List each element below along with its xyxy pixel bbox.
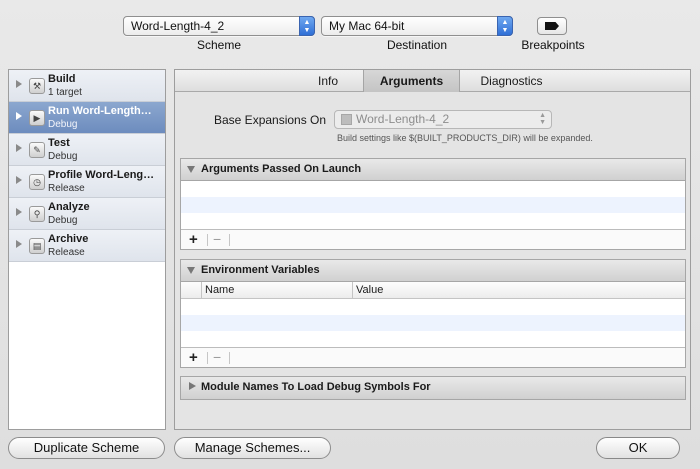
action-run[interactable]: ▶ Run Word-Length… Debug	[9, 102, 165, 134]
launch-arguments-section: Arguments Passed On Launch + −	[180, 158, 686, 250]
action-subtitle: Debug	[48, 215, 78, 226]
disclosure-triangle-icon[interactable]	[16, 144, 22, 152]
archive-icon: ▤	[29, 238, 45, 254]
disclosure-triangle-icon[interactable]	[16, 240, 22, 248]
ok-button[interactable]: OK	[596, 437, 680, 459]
build-icon: ⚒	[29, 78, 45, 94]
action-subtitle: Debug	[48, 151, 78, 162]
action-subtitle: 1 target	[48, 87, 82, 98]
scheme-toolbar: Word-Length-4_2 ▲ ▼ Scheme My Mac 64-bit …	[0, 0, 700, 62]
scheme-popup[interactable]: Word-Length-4_2 ▲ ▼	[123, 16, 315, 36]
section-title: Module Names To Load Debug Symbols For	[201, 381, 431, 393]
action-name: Archive	[48, 233, 89, 245]
table-row[interactable]	[181, 299, 685, 315]
disclosure-triangle-icon[interactable]	[16, 80, 22, 88]
scheme-popup-value: Word-Length-4_2	[131, 19, 225, 33]
section-footer: + −	[181, 347, 685, 367]
column-divider	[201, 282, 202, 298]
action-detail-panel: Info Arguments Diagnostics Base Expansio…	[174, 69, 691, 430]
table-row[interactable]	[181, 181, 685, 197]
action-name: Analyze	[48, 201, 90, 213]
action-build[interactable]: ⚒ Build 1 target	[9, 70, 165, 102]
breakpoints-label: Breakpoints	[521, 38, 585, 52]
tab-info[interactable]: Info	[293, 70, 363, 92]
manage-schemes-button[interactable]: Manage Schemes...	[174, 437, 331, 459]
remove-variable-button[interactable]: −	[213, 349, 221, 365]
section-header[interactable]: Arguments Passed On Launch	[181, 159, 685, 181]
base-expansions-label: Base Expansions On	[214, 113, 327, 127]
breakpoint-icon	[545, 22, 559, 30]
action-name: Profile Word-Leng…	[48, 169, 155, 181]
action-analyze[interactable]: ⚲ Analyze Debug	[9, 198, 165, 230]
popup-arrows-icon: ▲ ▼	[497, 16, 513, 36]
section-footer: + −	[181, 229, 685, 249]
action-subtitle: Release	[48, 247, 85, 258]
target-icon	[341, 114, 352, 125]
divider	[207, 234, 208, 246]
table-column-headers: Name Value	[181, 282, 685, 299]
run-icon: ▶	[29, 110, 45, 126]
remove-argument-button[interactable]: −	[213, 231, 221, 247]
section-title: Arguments Passed On Launch	[201, 163, 362, 175]
scheme-label: Scheme	[196, 38, 242, 52]
disclosure-open-icon	[187, 166, 195, 173]
environment-variables-section: Environment Variables Name Value + −	[180, 259, 686, 368]
action-test[interactable]: ✎ Test Debug	[9, 134, 165, 166]
disclosure-closed-icon	[189, 382, 196, 390]
breakpoints-button[interactable]	[537, 17, 567, 35]
action-subtitle: Release	[48, 183, 85, 194]
action-name: Test	[48, 137, 70, 149]
popup-arrows-icon: ▲ ▼	[539, 112, 546, 126]
popup-arrows-icon: ▲ ▼	[299, 16, 315, 36]
divider	[207, 352, 208, 364]
divider	[229, 352, 230, 364]
disclosure-open-icon	[187, 267, 195, 274]
duplicate-scheme-button[interactable]: Duplicate Scheme	[8, 437, 165, 459]
profile-icon: ◷	[29, 174, 45, 190]
column-divider	[352, 282, 353, 298]
module-names-section: Module Names To Load Debug Symbols For	[180, 376, 686, 400]
table-row[interactable]	[181, 331, 685, 347]
disclosure-triangle-icon[interactable]	[16, 208, 22, 216]
table-row[interactable]	[181, 197, 685, 213]
action-profile[interactable]: ◷ Profile Word-Leng… Release	[9, 166, 165, 198]
section-header[interactable]: Environment Variables	[181, 260, 685, 282]
action-subtitle: Debug	[48, 119, 78, 130]
column-header-name[interactable]: Name	[205, 284, 234, 296]
add-variable-button[interactable]: +	[189, 349, 198, 366]
tab-bar: Info Arguments Diagnostics	[175, 70, 690, 92]
table-row[interactable]	[181, 213, 685, 229]
analyze-icon: ⚲	[29, 206, 45, 222]
section-title: Environment Variables	[201, 264, 320, 276]
destination-label: Destination	[386, 38, 448, 52]
destination-popup-value: My Mac 64-bit	[329, 19, 405, 33]
base-expansions-hint: Build settings like $(BUILT_PRODUCTS_DIR…	[337, 133, 593, 143]
action-name: Run Word-Length…	[48, 105, 152, 117]
base-expansions-popup[interactable]: Word-Length-4_2 ▲ ▼	[334, 110, 552, 129]
destination-popup[interactable]: My Mac 64-bit ▲ ▼	[321, 16, 513, 36]
disclosure-triangle-icon[interactable]	[16, 176, 22, 184]
add-argument-button[interactable]: +	[189, 231, 198, 248]
test-icon: ✎	[29, 142, 45, 158]
section-header[interactable]: Module Names To Load Debug Symbols For	[181, 377, 685, 399]
base-expansions-value: Word-Length-4_2	[356, 112, 450, 126]
table-row[interactable]	[181, 315, 685, 331]
action-archive[interactable]: ▤ Archive Release	[9, 230, 165, 262]
column-header-value[interactable]: Value	[356, 284, 383, 296]
divider	[229, 234, 230, 246]
tab-diagnostics[interactable]: Diagnostics	[460, 70, 563, 92]
disclosure-triangle-icon[interactable]	[16, 112, 22, 120]
scheme-action-list: ⚒ Build 1 target ▶ Run Word-Length… Debu…	[8, 69, 166, 430]
action-name: Build	[48, 73, 76, 85]
tab-arguments[interactable]: Arguments	[363, 70, 460, 92]
